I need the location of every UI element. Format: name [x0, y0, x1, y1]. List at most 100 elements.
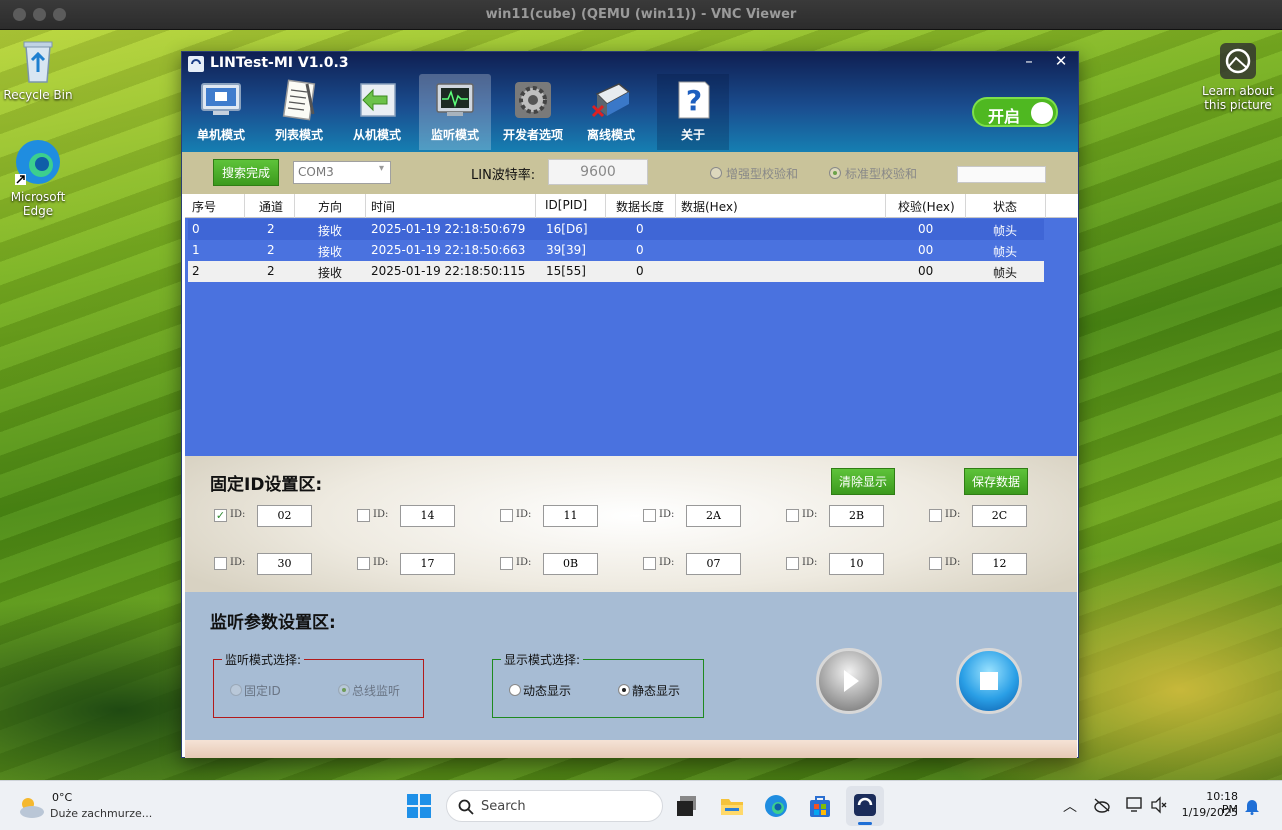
id-checkbox[interactable] [786, 557, 799, 570]
network-icon[interactable] [1125, 796, 1145, 814]
desktop-icon-edge[interactable]: Microsoft Edge [0, 138, 76, 218]
edge-taskbar-icon[interactable] [763, 793, 789, 819]
tab-monitor-mode[interactable]: 监听模式 [419, 74, 491, 150]
id-checkbox[interactable] [500, 557, 513, 570]
id-checkbox[interactable] [929, 557, 942, 570]
id-checkbox[interactable] [929, 509, 942, 522]
clear-display-button[interactable]: 清除显示 [831, 468, 895, 495]
weather-widget[interactable]: 0°C Duże zachmurze... [16, 790, 176, 824]
windows-start-icon[interactable] [406, 793, 432, 819]
id-input[interactable]: 14 [400, 505, 455, 527]
cell-checksum: 00 [918, 264, 934, 278]
tab-developer-options[interactable]: 开发者选项 [497, 74, 569, 150]
id-input[interactable]: 0B [543, 553, 598, 575]
play-button[interactable] [816, 648, 882, 714]
id-input[interactable]: 2B [829, 505, 884, 527]
lintest-taskbar-button[interactable] [846, 786, 884, 826]
mode-fixed-id-radio[interactable] [230, 684, 242, 696]
cell-direction: 接收 [318, 266, 343, 280]
volume-muted-icon[interactable] [1150, 796, 1168, 814]
table-row[interactable]: 0 2 接收 2025-01-19 22:18:50:679 16[D6] 0 … [188, 219, 1044, 240]
id-checkbox[interactable] [643, 557, 656, 570]
search-complete-button[interactable]: 搜索完成 [213, 159, 279, 186]
learn-about-picture[interactable]: Learn about this picture [1200, 42, 1276, 112]
minimize-button[interactable]: – [1015, 52, 1043, 70]
tab-label: 开发者选项 [502, 128, 563, 142]
id-checkbox[interactable] [500, 509, 513, 522]
recycle-bin-icon [23, 41, 53, 83]
display-dynamic-radio[interactable] [509, 684, 521, 696]
id-checkbox[interactable] [214, 557, 227, 570]
id-input[interactable]: 30 [257, 553, 312, 575]
display-static-label: 静态显示 [632, 684, 681, 698]
mode-bus-monitor-radio[interactable] [338, 684, 350, 696]
stop-button[interactable] [956, 648, 1022, 714]
id-checkbox-checked[interactable]: ✓ [214, 509, 227, 522]
id-label: ID: [659, 509, 675, 520]
id-input[interactable]: 10 [829, 553, 884, 575]
fixed-id-title: 固定ID设置区: [210, 475, 323, 495]
tab-about[interactable]: ? 关于 [657, 74, 729, 150]
id-input[interactable]: 2A [686, 505, 741, 527]
vnc-window-title: win11(cube) (QEMU (win11)) - VNC Viewer [485, 7, 797, 22]
id-label: ID: [230, 509, 246, 520]
cell-data-length: 0 [636, 222, 644, 236]
arrow-icon [360, 83, 396, 117]
taskbar-search-box[interactable]: Search [446, 790, 663, 822]
desktop-icon-recycle-bin[interactable]: Recycle Bin [0, 38, 76, 102]
power-label: 开启 [988, 107, 1021, 126]
tab-standalone-mode[interactable]: 单机模式 [185, 74, 257, 150]
id-input[interactable]: 12 [972, 553, 1027, 575]
table-row-selected[interactable]: 2 2 接收 2025-01-19 22:18:50:115 15[55] 0 … [188, 261, 1044, 282]
id-checkbox[interactable] [643, 509, 656, 522]
checksum-enhanced-label: 增强型校验和 [726, 167, 799, 181]
column-divider [675, 194, 676, 218]
baud-rate-input[interactable]: 9600 [548, 159, 648, 185]
file-explorer-icon[interactable] [719, 793, 745, 819]
power-toggle[interactable]: 开启 [972, 97, 1058, 127]
checksum-enhanced-radio[interactable] [710, 167, 722, 179]
column-divider [535, 194, 536, 218]
cell-status: 帧头 [993, 245, 1018, 259]
tab-slave-mode[interactable]: 从机模式 [341, 74, 413, 150]
id-input[interactable]: 17 [400, 553, 455, 575]
id-label: ID: [516, 509, 532, 520]
column-divider [965, 194, 966, 218]
col-header-direction: 方向 [318, 200, 343, 214]
id-checkbox[interactable] [786, 509, 799, 522]
weather-desc: Duże zachmurze... [50, 807, 153, 820]
chevron-up-icon[interactable]: ︿ [1063, 796, 1077, 816]
checksum-standard-radio[interactable] [829, 167, 841, 179]
com-port-select[interactable]: COM3 ▾ [293, 161, 391, 184]
col-header-data-hex: 数据(Hex) [681, 200, 738, 214]
close-button[interactable]: ✕ [1047, 52, 1075, 70]
table-row[interactable]: 1 2 接收 2025-01-19 22:18:50:663 39[39] 0 … [188, 240, 1044, 261]
task-view-icon[interactable] [674, 793, 700, 819]
control-strip: 搜索完成 COM3 ▾ LIN波特率: 9600 增强型校验和 标准型校验和 [182, 152, 1078, 194]
id-checkbox[interactable] [357, 509, 370, 522]
monitor-settings-title: 监听参数设置区: [210, 613, 336, 633]
cell-index: 1 [192, 243, 200, 257]
id-input[interactable]: 2C [972, 505, 1027, 527]
id-label: ID: [945, 509, 961, 520]
id-input[interactable]: 02 [257, 505, 312, 527]
cell-direction: 接收 [318, 224, 343, 238]
bell-icon[interactable] [1244, 797, 1260, 815]
mode-fixed-id-label: 固定ID [244, 684, 281, 698]
cell-channel: 2 [267, 243, 275, 257]
monitor-mode-legend: 监听模式选择: [222, 651, 305, 668]
id-input[interactable]: 11 [543, 505, 598, 527]
id-checkbox[interactable] [357, 557, 370, 570]
display-static-radio[interactable] [618, 684, 630, 696]
lintest-app-icon [854, 794, 876, 816]
store-icon[interactable] [807, 793, 833, 819]
save-data-button[interactable]: 保存数据 [964, 468, 1028, 495]
clock-date[interactable]: 1/19/2025 [1180, 806, 1238, 819]
tab-offline-mode[interactable]: 离线模式 [575, 74, 647, 150]
column-divider [605, 194, 606, 218]
id-input[interactable]: 07 [686, 553, 741, 575]
cloud-offline-icon[interactable] [1093, 797, 1111, 813]
tab-list-mode[interactable]: 列表模式 [263, 74, 335, 150]
frame-table: 序号 通道 方向 时间 ID[PID] 数据长度 数据(Hex) 校验(Hex)… [185, 194, 1077, 456]
tab-label: 从机模式 [352, 128, 401, 142]
